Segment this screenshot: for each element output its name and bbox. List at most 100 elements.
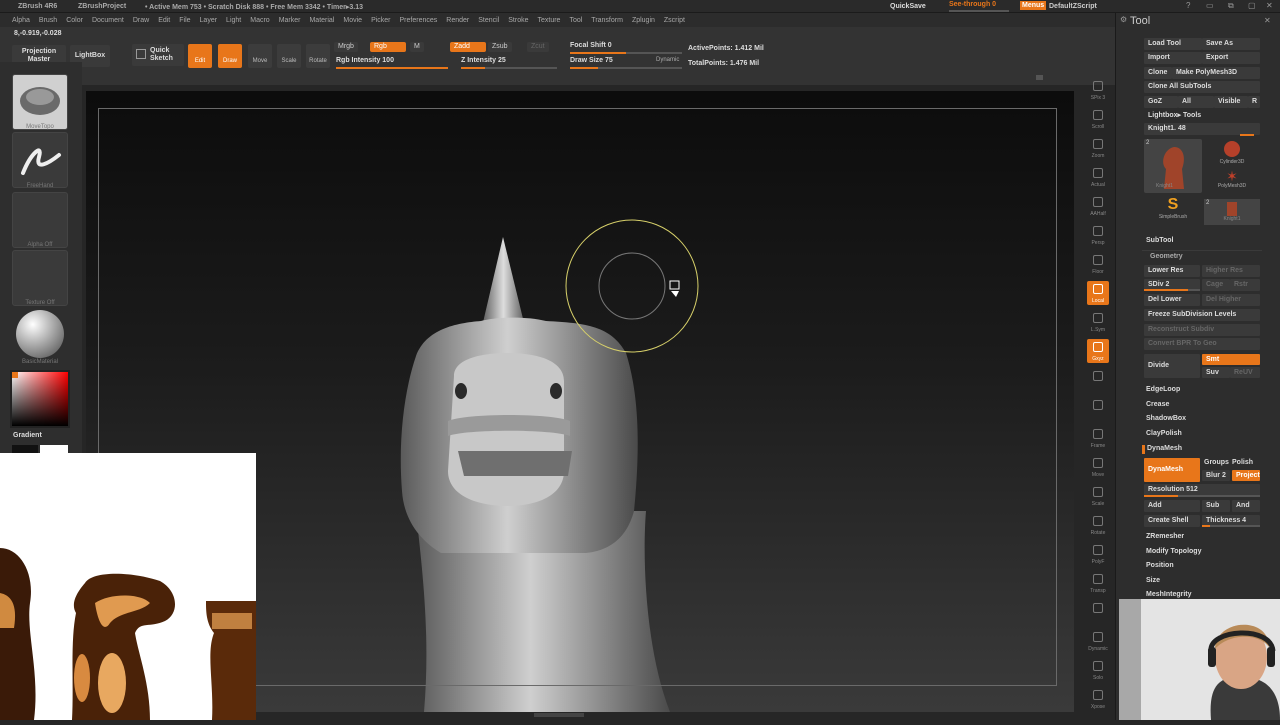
shelf-button-rotate[interactable]: Rotate: [1087, 513, 1109, 537]
menu-layer[interactable]: Layer: [200, 17, 218, 24]
shelf-button-transp[interactable]: Transp: [1087, 571, 1109, 595]
shelf-button-scale[interactable]: Scale: [1087, 484, 1109, 508]
higher-res-button[interactable]: Higher Res: [1202, 265, 1260, 277]
tray-gear-icon[interactable]: ⚙: [1120, 15, 1127, 24]
size-header[interactable]: Size: [1146, 577, 1160, 584]
shelf-button-local[interactable]: Local: [1087, 281, 1109, 305]
smt-toggle[interactable]: Smt: [1202, 354, 1260, 365]
menu-transform[interactable]: Transform: [591, 17, 623, 24]
groups-toggle[interactable]: Groups: [1204, 459, 1229, 466]
menu-render[interactable]: Render: [446, 17, 469, 24]
move-button[interactable]: Move: [248, 44, 272, 68]
shelf-button-persp[interactable]: Persp: [1087, 223, 1109, 247]
position-header[interactable]: Position: [1146, 562, 1174, 569]
goz-r-button[interactable]: R: [1248, 96, 1260, 108]
goz-button[interactable]: GoZ: [1144, 96, 1178, 108]
shelf-button-xpose[interactable]: Xpose: [1087, 687, 1109, 711]
alpha-thumbnail[interactable]: [12, 192, 68, 248]
shelf-button-zoom[interactable]: Zoom: [1087, 136, 1109, 160]
load-tool-button[interactable]: Load Tool: [1144, 38, 1202, 50]
shelf-button-l-sym[interactable]: L.Sym: [1087, 310, 1109, 334]
clone-button[interactable]: Clone: [1144, 67, 1172, 79]
claypolish-header[interactable]: ClayPolish: [1146, 430, 1182, 437]
import-button[interactable]: Import: [1144, 52, 1202, 64]
menu-preferences[interactable]: Preferences: [400, 17, 438, 24]
lightbox-tools-button[interactable]: Lightbox▸ Tools: [1144, 110, 1260, 122]
zadd-toggle[interactable]: Zadd: [450, 42, 486, 52]
draw-size-slider[interactable]: Draw Size 75: [570, 57, 613, 64]
brush-thumbnail[interactable]: [12, 74, 68, 130]
rgb-intensity-slider[interactable]: Rgb Intensity 100: [336, 57, 394, 64]
menu-color[interactable]: Color: [66, 17, 83, 24]
cage-button[interactable]: Cage: [1202, 279, 1230, 291]
maximize-icon[interactable]: ▢: [1248, 1, 1256, 10]
convert-bpr-button[interactable]: Convert BPR To Geo: [1144, 338, 1260, 350]
shelf-button-gxyz[interactable]: Gxyz: [1087, 339, 1109, 363]
main-color-swatch[interactable]: [12, 445, 38, 453]
tool-thumb-cylinder[interactable]: Cylinder3D: [1204, 139, 1260, 167]
dynamic-toggle[interactable]: Dynamic: [656, 57, 679, 63]
menu-stroke[interactable]: Stroke: [508, 17, 528, 24]
shelf-button-actual[interactable]: Actual: [1087, 165, 1109, 189]
material-thumbnail[interactable]: [12, 308, 68, 364]
polish-toggle[interactable]: Polish: [1232, 459, 1253, 466]
reuv-toggle[interactable]: ReUV: [1230, 367, 1260, 378]
divide-button[interactable]: Divide: [1144, 354, 1200, 378]
dynamesh-button[interactable]: DynaMesh: [1144, 458, 1200, 482]
m-toggle[interactable]: M: [410, 42, 424, 52]
quicksave-button[interactable]: QuickSave: [890, 3, 926, 10]
menu-tool[interactable]: Tool: [569, 17, 582, 24]
menu-movie[interactable]: Movie: [343, 17, 362, 24]
menu-edit[interactable]: Edit: [158, 17, 170, 24]
shelf-button-frame[interactable]: Frame: [1087, 426, 1109, 450]
shelf-button-aahalf[interactable]: AAHalf: [1087, 194, 1109, 218]
lower-res-button[interactable]: Lower Res: [1144, 265, 1200, 277]
shelf-button-move[interactable]: Move: [1087, 455, 1109, 479]
add-button[interactable]: Add: [1144, 500, 1200, 512]
shelf-button-spix-3[interactable]: SPix 3: [1087, 78, 1109, 102]
del-higher-button[interactable]: Del Higher: [1202, 294, 1260, 306]
stroke-thumbnail[interactable]: [12, 132, 68, 188]
shelf-button-blank-10[interactable]: [1087, 368, 1109, 392]
blur-slider[interactable]: Blur 2: [1202, 470, 1230, 481]
menu-draw[interactable]: Draw: [133, 17, 149, 24]
create-shell-button[interactable]: Create Shell: [1144, 515, 1200, 527]
menu-brush[interactable]: Brush: [39, 17, 57, 24]
zremesher-header[interactable]: ZRemesher: [1146, 533, 1184, 540]
edgeloop-header[interactable]: EdgeLoop: [1146, 386, 1180, 393]
freeze-subdivision-button[interactable]: Freeze SubDivision Levels: [1144, 309, 1260, 321]
menu-picker[interactable]: Picker: [371, 17, 390, 24]
project-toggle[interactable]: Project: [1232, 470, 1260, 481]
menus-button[interactable]: Menus: [1020, 1, 1047, 10]
texture-thumbnail[interactable]: [12, 250, 68, 306]
restore-icon[interactable]: ⧉: [1228, 1, 1234, 11]
close-icon[interactable]: ✕: [1266, 1, 1273, 10]
mrgb-toggle[interactable]: Mrgb: [334, 42, 358, 52]
menu-marker[interactable]: Marker: [279, 17, 301, 24]
tool-thumb-polymesh[interactable]: ✶ PolyMesh3D: [1204, 169, 1260, 197]
edit-button[interactable]: Edit: [188, 44, 212, 68]
goz-all-button[interactable]: All: [1178, 96, 1214, 108]
shelf-button-blank-18[interactable]: [1087, 600, 1109, 624]
geometry-header[interactable]: Geometry: [1150, 253, 1183, 260]
menu-zscript[interactable]: Zscript: [664, 17, 685, 24]
suv-toggle[interactable]: Suv: [1202, 367, 1230, 378]
draw-button[interactable]: Draw: [218, 44, 242, 68]
meshintegrity-header[interactable]: MeshIntegrity: [1146, 591, 1192, 598]
menu-material[interactable]: Material: [309, 17, 334, 24]
scale-button[interactable]: Scale: [277, 44, 301, 68]
canvas-corner-handle[interactable]: [1036, 75, 1043, 80]
clone-all-subtools-button[interactable]: Clone All SubTools: [1144, 81, 1260, 93]
help-icon[interactable]: ?: [1186, 1, 1190, 10]
export-button[interactable]: Export: [1202, 52, 1260, 64]
menu-macro[interactable]: Macro: [250, 17, 269, 24]
dynamesh-header[interactable]: DynaMesh: [1147, 445, 1182, 452]
make-polymesh-button[interactable]: Make PolyMesh3D: [1172, 67, 1260, 79]
rstr-button[interactable]: Rstr: [1230, 279, 1260, 291]
menu-stencil[interactable]: Stencil: [478, 17, 499, 24]
menu-alpha[interactable]: Alpha: [12, 17, 30, 24]
rgb-toggle[interactable]: Rgb: [370, 42, 406, 52]
zsub-toggle[interactable]: Zsub: [488, 42, 512, 52]
goz-visible-button[interactable]: Visible: [1214, 96, 1248, 108]
shelf-button-floor[interactable]: Floor: [1087, 252, 1109, 276]
